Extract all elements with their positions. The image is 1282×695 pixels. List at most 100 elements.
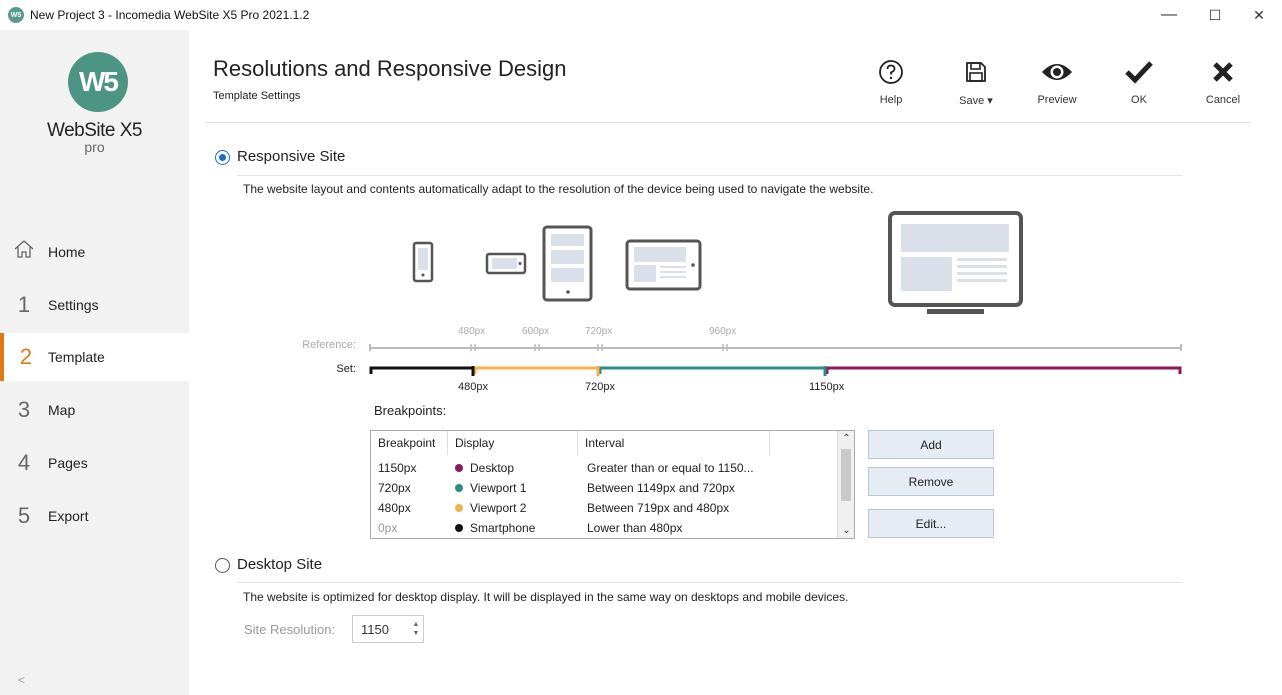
help-icon xyxy=(861,58,921,86)
responsive-description: The website layout and contents automati… xyxy=(243,182,874,196)
scroll-up-icon[interactable]: ⌃ xyxy=(838,433,854,444)
list-header: Breakpoint Display Interval xyxy=(371,431,837,455)
landscape-phone-icon xyxy=(485,252,527,275)
color-dot xyxy=(455,523,463,532)
set-tick-720: 720px xyxy=(585,381,615,393)
breakpoint-bars xyxy=(369,344,1182,376)
help-button[interactable]: Help xyxy=(861,58,921,114)
sidebar-item-pages[interactable]: 4 Pages xyxy=(0,439,189,487)
cancel-button[interactable]: Cancel xyxy=(1193,58,1253,114)
set-bar xyxy=(369,366,1182,376)
logo-subtitle: pro xyxy=(84,139,105,155)
display-name: Viewport 2 xyxy=(470,500,527,515)
maximize-button[interactable]: ☐ xyxy=(1192,0,1238,30)
preview-label: Preview xyxy=(1037,94,1077,106)
edit-breakpoint-button[interactable]: Edit... xyxy=(868,509,994,538)
interval-text: Lower than 480px xyxy=(587,520,683,535)
reference-tick-960: 960px xyxy=(709,326,737,337)
reference-label: Reference: xyxy=(302,339,356,351)
breakpoints-label: Breakpoints: xyxy=(374,403,447,418)
step-number: 1 xyxy=(17,292,31,317)
sidebar-item-export[interactable]: 5 Export xyxy=(0,492,189,540)
site-resolution-value[interactable]: 1150 xyxy=(353,622,409,637)
collapse-sidebar-icon[interactable]: < xyxy=(18,673,25,687)
display-cell: Smartphone xyxy=(448,521,578,535)
color-dot xyxy=(455,463,463,472)
sidebar-item-home[interactable]: Home xyxy=(0,228,189,276)
desktop-site-radio[interactable] xyxy=(215,558,230,573)
preview-button[interactable]: Preview xyxy=(1027,58,1087,114)
logo-mark: W5 xyxy=(68,52,128,112)
help-label: Help xyxy=(879,94,903,106)
responsive-site-label[interactable]: Responsive Site xyxy=(237,148,345,165)
sidebar: W5 WebSite X5 pro Home 1 Settings 2 Temp… xyxy=(0,30,189,695)
cancel-label: Cancel xyxy=(1205,94,1241,106)
checkmark-icon xyxy=(1109,58,1169,86)
interval-text: Between 719px and 480px xyxy=(587,500,730,515)
set-label: Set: xyxy=(336,363,356,375)
section-divider xyxy=(237,175,1182,176)
site-resolution-label: Site Resolution: xyxy=(244,622,336,637)
set-tick-480: 480px xyxy=(458,381,488,393)
save-button[interactable]: Save ▾ xyxy=(946,58,1006,114)
ok-button[interactable]: OK xyxy=(1109,58,1169,114)
list-item[interactable]: 1150px Desktop Greater than or equal to … xyxy=(371,457,837,478)
interval-text: Greater than or equal to 1150... xyxy=(587,460,754,475)
tablet-icon xyxy=(542,225,593,302)
column-header-display[interactable]: Display xyxy=(448,431,578,455)
breakpoints-list[interactable]: Breakpoint Display Interval 1150px Deskt… xyxy=(370,430,855,539)
home-icon xyxy=(0,239,48,265)
desktop-site-label[interactable]: Desktop Site xyxy=(237,556,322,573)
sidebar-item-template[interactable]: 2 Template xyxy=(0,333,189,381)
site-resolution-stepper[interactable]: 1150 ▲ ▼ xyxy=(352,615,424,643)
breakpoint-value: 720px xyxy=(378,480,411,495)
breakpoint-value: 480px xyxy=(378,500,411,515)
minimize-button[interactable]: — xyxy=(1146,0,1192,30)
cross-icon xyxy=(1193,58,1253,86)
smartphone-icon xyxy=(412,241,434,283)
set-tick-1150: 1150px xyxy=(809,381,845,393)
list-item[interactable]: 0px Smartphone Lower than 480px xyxy=(371,517,837,538)
sidebar-item-settings[interactable]: 1 Settings xyxy=(0,281,189,329)
column-header-empty xyxy=(770,431,837,455)
window-title: New Project 3 - Incomedia WebSite X5 Pro… xyxy=(30,8,310,22)
close-button[interactable]: ✕ xyxy=(1236,0,1282,30)
eye-icon xyxy=(1027,58,1087,86)
reference-tick-600: 600px xyxy=(522,326,550,337)
reference-bar xyxy=(369,344,1182,351)
add-breakpoint-button[interactable]: Add xyxy=(868,430,994,459)
list-item[interactable]: 720px Viewport 1 Between 1149px and 720p… xyxy=(371,477,837,498)
step-number: 5 xyxy=(17,503,31,528)
sidebar-item-map[interactable]: 3 Map xyxy=(0,386,189,434)
sidebar-item-label: Settings xyxy=(48,297,99,313)
reference-tick-480: 480px xyxy=(458,326,486,337)
step-number: 2 xyxy=(19,344,33,369)
sidebar-item-label: Home xyxy=(48,244,86,260)
display-name: Viewport 1 xyxy=(470,480,527,495)
save-icon xyxy=(946,58,1006,86)
step-number: 4 xyxy=(17,450,31,475)
scroll-down-icon[interactable]: ⌄ xyxy=(838,525,854,536)
scroll-thumb[interactable] xyxy=(841,449,851,501)
column-header-breakpoint[interactable]: Breakpoint xyxy=(371,431,448,455)
breakpoint-value: 1150px xyxy=(378,460,417,475)
list-item[interactable]: 480px Viewport 2 Between 719px and 480px xyxy=(371,497,837,518)
header-divider xyxy=(205,122,1251,123)
stepper-arrows-icon[interactable]: ▲ ▼ xyxy=(409,616,423,642)
section-divider xyxy=(237,582,1182,583)
display-name: Desktop xyxy=(470,460,515,475)
breakpoint-value: 0px xyxy=(378,520,398,535)
page-subtitle: Template Settings xyxy=(213,90,301,102)
step-number: 3 xyxy=(17,397,31,422)
column-header-interval[interactable]: Interval xyxy=(578,431,770,455)
color-dot xyxy=(455,503,463,512)
responsive-site-radio[interactable] xyxy=(215,150,230,165)
color-dot xyxy=(455,483,463,492)
remove-breakpoint-button[interactable]: Remove xyxy=(868,467,994,496)
interval-text: Between 1149px and 720px xyxy=(587,480,735,495)
landscape-tablet-icon xyxy=(625,239,702,291)
ok-label: OK xyxy=(1131,94,1147,106)
sidebar-item-label: Template xyxy=(48,349,105,365)
list-scrollbar[interactable]: ⌃ ⌄ xyxy=(837,431,854,538)
sidebar-item-label: Pages xyxy=(48,455,88,471)
